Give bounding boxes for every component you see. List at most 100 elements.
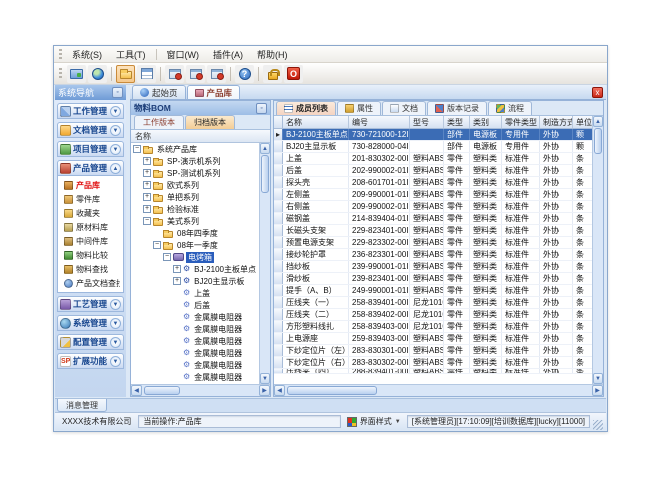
scroll-left-icon[interactable]: ◀ [131,385,142,396]
grid-vscroll-thumb[interactable] [594,128,602,154]
menu-item-插件(A)[interactable]: 插件(A) [206,47,250,62]
table-row[interactable]: 预置电源支架229-823302-00I塑料ABS零件塑料类标准件外协条 [274,237,592,249]
sidebar-item-产品库[interactable]: 产品库 [58,178,123,192]
sidebar-group-header-配置管理[interactable]: 配置管理▼ [57,334,124,350]
tree-node-SP-演示机系列[interactable]: +SP-演示机系列 [131,155,259,167]
chevron-down-icon[interactable]: ▼ [110,144,121,155]
tab-文档[interactable]: 文档 [382,101,426,115]
tree-node-后盖[interactable]: −⚙后盖 [131,299,259,311]
pin-icon[interactable]: ◦ [112,87,123,98]
scroll-up-icon[interactable]: ▲ [593,116,603,127]
toolbar-button-exit-icon[interactable]: O [284,65,303,83]
collapse-icon[interactable]: − [133,145,141,153]
sidebar-group-header-工艺管理[interactable]: 工艺管理▼ [57,296,124,312]
collapse-icon[interactable]: − [163,253,171,261]
expand-icon[interactable]: + [143,181,151,189]
expand-icon[interactable]: + [143,193,151,201]
tree-node-系统产品库[interactable]: −系统产品库 [131,143,259,155]
chevron-down-icon[interactable]: ▼ [110,299,121,310]
tree-horizontal-scrollbar[interactable]: ◀ ▶ [131,384,270,396]
toolbar-button-lock-icon[interactable] [263,65,282,83]
tab-产品库[interactable]: 产品库 [187,85,241,99]
table-row[interactable]: 提手（A、B）249-990001-01I塑料ABS零件塑料类标准件外协条 [274,285,592,297]
resize-grip[interactable] [593,420,603,430]
scroll-down-icon[interactable]: ▼ [260,373,270,384]
collapse-icon[interactable]: − [153,241,161,249]
expand-icon[interactable]: + [143,205,151,213]
sidebar-group-header-项目管理[interactable]: 项目管理▼ [57,141,124,157]
column-header-类型[interactable]: 类型 [444,116,470,128]
column-header-类别[interactable]: 类别 [470,116,502,128]
tree-vertical-scrollbar[interactable]: ▲ ▼ [259,143,270,384]
table-row[interactable]: 右侧盖209-990002-01I塑料ABS零件塑料类标准件外协条 [274,201,592,213]
chevron-down-icon[interactable]: ▼ [110,106,121,117]
menubar-grip-handle[interactable] [59,49,62,60]
toolbar-button-window-open-icon[interactable] [186,65,205,83]
tab-属性[interactable]: 属性 [337,101,381,115]
tab-工作版本[interactable]: 工作版本 [134,115,184,129]
tree-node-08年一季度[interactable]: −08年一季度 [131,239,259,251]
sidebar-group-header-工作管理[interactable]: 工作管理▼ [57,103,124,119]
scroll-down-icon[interactable]: ▼ [593,373,603,384]
toolbar-button-folder-icon[interactable] [116,65,135,83]
sidebar-item-原材料库[interactable]: 原材料库 [58,220,123,234]
expand-icon[interactable]: + [173,265,181,273]
toolbar-button-window-new-icon[interactable] [165,65,184,83]
grid-vertical-scrollbar[interactable]: ▲ ▼ [592,116,603,384]
chevron-down-icon[interactable]: ▼ [110,318,121,329]
tree-node-SP-测试机系列[interactable]: +SP-测试机系列 [131,167,259,179]
tree-node-BJ-2100主板单点[interactable]: +⚙BJ-2100主板单点 [131,263,259,275]
tab-message-management[interactable]: 消息管理 [57,399,107,412]
tree-node-金属膜电阻器[interactable]: −⚙金属膜电阻器 [131,311,259,323]
table-row[interactable]: 压线夹（四）288-839401-00I塑料ABS零件塑料类标准件外协条 [274,369,592,374]
expand-icon[interactable]: + [143,169,151,177]
grid-horizontal-scrollbar[interactable]: ◀ ▶ [274,384,603,396]
expand-icon[interactable]: + [173,277,181,285]
scroll-right-icon[interactable]: ▶ [592,385,603,396]
interface-style-selector[interactable]: 界面样式 ▼ [344,416,404,427]
column-header-单位[interactable]: 单位 [573,116,592,128]
tree-node-08年四季度[interactable]: −08年四季度 [131,227,259,239]
table-row[interactable]: 探头壳208-601701-01I塑料ABS零件塑料类标准件外协条 [274,177,592,189]
table-row[interactable]: 压线夹（二）258-839402-00I尼龙1010零件塑料类标准件外协条 [274,309,592,321]
table-row[interactable]: 上盖201-830302-00I塑料ABS零件塑料类标准件外协条 [274,153,592,165]
table-row[interactable]: 长磁头支架229-823401-00I塑料ABS零件塑料类标准件外协条 [274,225,592,237]
tree-node-金属膜电阻器[interactable]: −⚙金属膜电阻器 [131,323,259,335]
table-row[interactable]: ▸BJ-2100主板单点730-721000-12I部件电源板专用件外协颗 [274,129,592,141]
toolbar-button-report-icon[interactable] [137,65,156,83]
column-header-制造方式[interactable]: 制造方式 [540,116,573,128]
chevron-up-icon[interactable]: ▲ [110,163,121,174]
sidebar-item-零件库[interactable]: 零件库 [58,192,123,206]
menu-item-工具(T)[interactable]: 工具(T) [109,47,153,62]
column-header-零件类型[interactable]: 零件类型 [502,116,540,128]
menu-item-系统(S)[interactable]: 系统(S) [65,47,109,62]
column-header-编号[interactable]: 编号 [349,116,410,128]
toolbar-grip-handle[interactable] [59,68,62,79]
collapse-icon[interactable]: − [143,217,151,225]
tree-column-header[interactable]: 名称 [131,130,270,143]
chevron-down-icon[interactable]: ▼ [110,356,121,367]
menu-item-窗口(W)[interactable]: 窗口(W) [160,47,207,62]
column-header-型号[interactable]: 型号 [410,116,444,128]
table-row[interactable]: 下纱定位片（左）283-830301-00I塑料ABS零件塑料类标准件外协条 [274,345,592,357]
sidebar-item-物料查找[interactable]: 物料查找 [58,262,123,276]
tree-node-单把系列[interactable]: +单把系列 [131,191,259,203]
tree-node-美式系列[interactable]: −美式系列 [131,215,259,227]
menu-item-帮助(H)[interactable]: 帮助(H) [250,47,295,62]
tree-node-电烤箱[interactable]: −电烤箱 [131,251,259,263]
toolbar-button-screen-icon[interactable] [67,65,86,83]
grid-hscroll-thumb[interactable] [287,386,377,395]
table-row[interactable]: 下纱定位片（右）283-830302-00I塑料ABS零件塑料类标准件外协条 [274,357,592,369]
expand-icon[interactable]: + [143,157,151,165]
tree-node-金属膜电阻器[interactable]: −⚙金属膜电阻器 [131,335,259,347]
toolbar-button-help-icon[interactable]: ? [235,65,254,83]
table-row[interactable]: 挡纱板239-990001-01I塑料ABS零件塑料类标准件外协条 [274,261,592,273]
table-row[interactable]: BJ20主显示板730-828000-04I部件电源板专用件外协颗 [274,141,592,153]
table-row[interactable]: 上电源座259-839403-00I塑料ABS零件塑料类标准件外协条 [274,333,592,345]
tab-成员列表[interactable]: 成员列表 [276,101,336,115]
toolbar-button-window-close-icon[interactable] [207,65,226,83]
tab-起始页[interactable]: 起始页 [132,85,186,99]
tree-node-金属膜电阻器[interactable]: −⚙金属膜电阻器 [131,347,259,359]
table-row[interactable]: 后盖202-990002-01I塑料ABS零件塑料类标准件外协条 [274,165,592,177]
tree-hscroll-thumb[interactable] [144,386,180,395]
